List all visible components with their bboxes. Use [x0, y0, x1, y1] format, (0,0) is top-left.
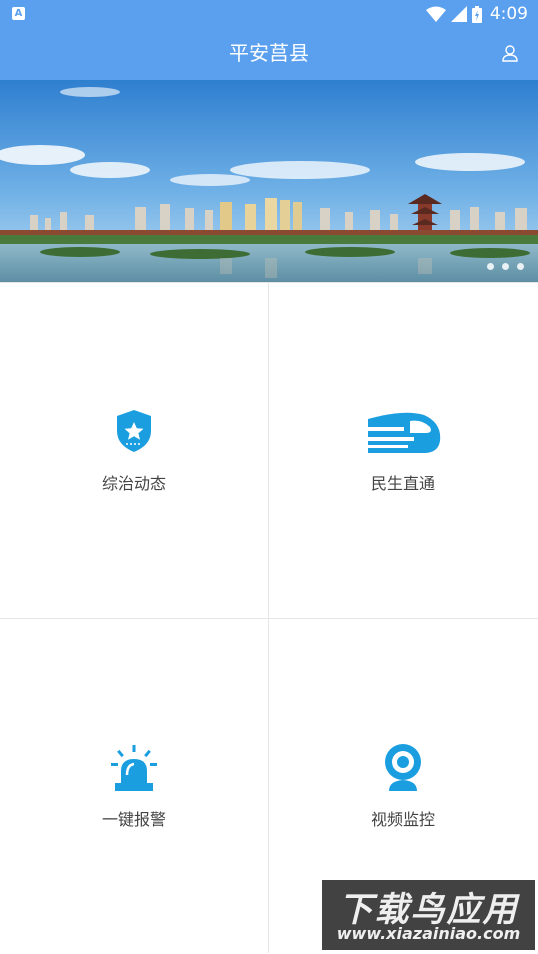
grid-item-label: 综治动态	[101, 474, 166, 493]
wifi-icon	[425, 6, 446, 22]
app-notification-icon: A	[12, 7, 25, 20]
carousel-dot[interactable]	[517, 263, 524, 270]
app-bar: 平安莒县	[0, 28, 538, 80]
grid-item-label: 民生直通	[370, 474, 435, 493]
grid-item-label: 一键报警	[101, 810, 166, 829]
grid-item-label: 视频监控	[370, 810, 435, 829]
carousel-dot[interactable]	[502, 263, 509, 270]
grid-item-one-key-alarm[interactable]: 一键报警	[0, 619, 268, 954]
user-icon[interactable]	[500, 43, 520, 63]
signal-icon	[450, 6, 467, 22]
banner-carousel[interactable]	[0, 80, 538, 282]
page-title: 平安莒县	[229, 41, 309, 65]
battery-icon	[471, 5, 482, 23]
banner-image	[0, 80, 538, 282]
train-icon	[364, 412, 441, 453]
grid-item-comprehensive-news[interactable]: 综治动态	[0, 283, 268, 618]
carousel-dot[interactable]	[487, 263, 494, 270]
alarm-light-icon	[111, 745, 157, 791]
webcam-icon	[385, 744, 421, 791]
watermark-url: www.xiazainiao.com	[336, 924, 521, 943]
carousel-indicator	[487, 263, 524, 270]
feature-grid: 综治动态 民生直通 一键报警 视频监控	[0, 282, 538, 953]
status-indicators: 4:09	[425, 4, 528, 24]
status-bar: A 4:09	[0, 0, 538, 28]
status-time: 4:09	[489, 4, 528, 24]
grid-item-livelihood[interactable]: 民生直通	[269, 283, 537, 618]
watermark-logo: 下载鸟应用 www.xiazainiao.com	[322, 880, 535, 950]
shield-star-icon	[117, 410, 151, 452]
